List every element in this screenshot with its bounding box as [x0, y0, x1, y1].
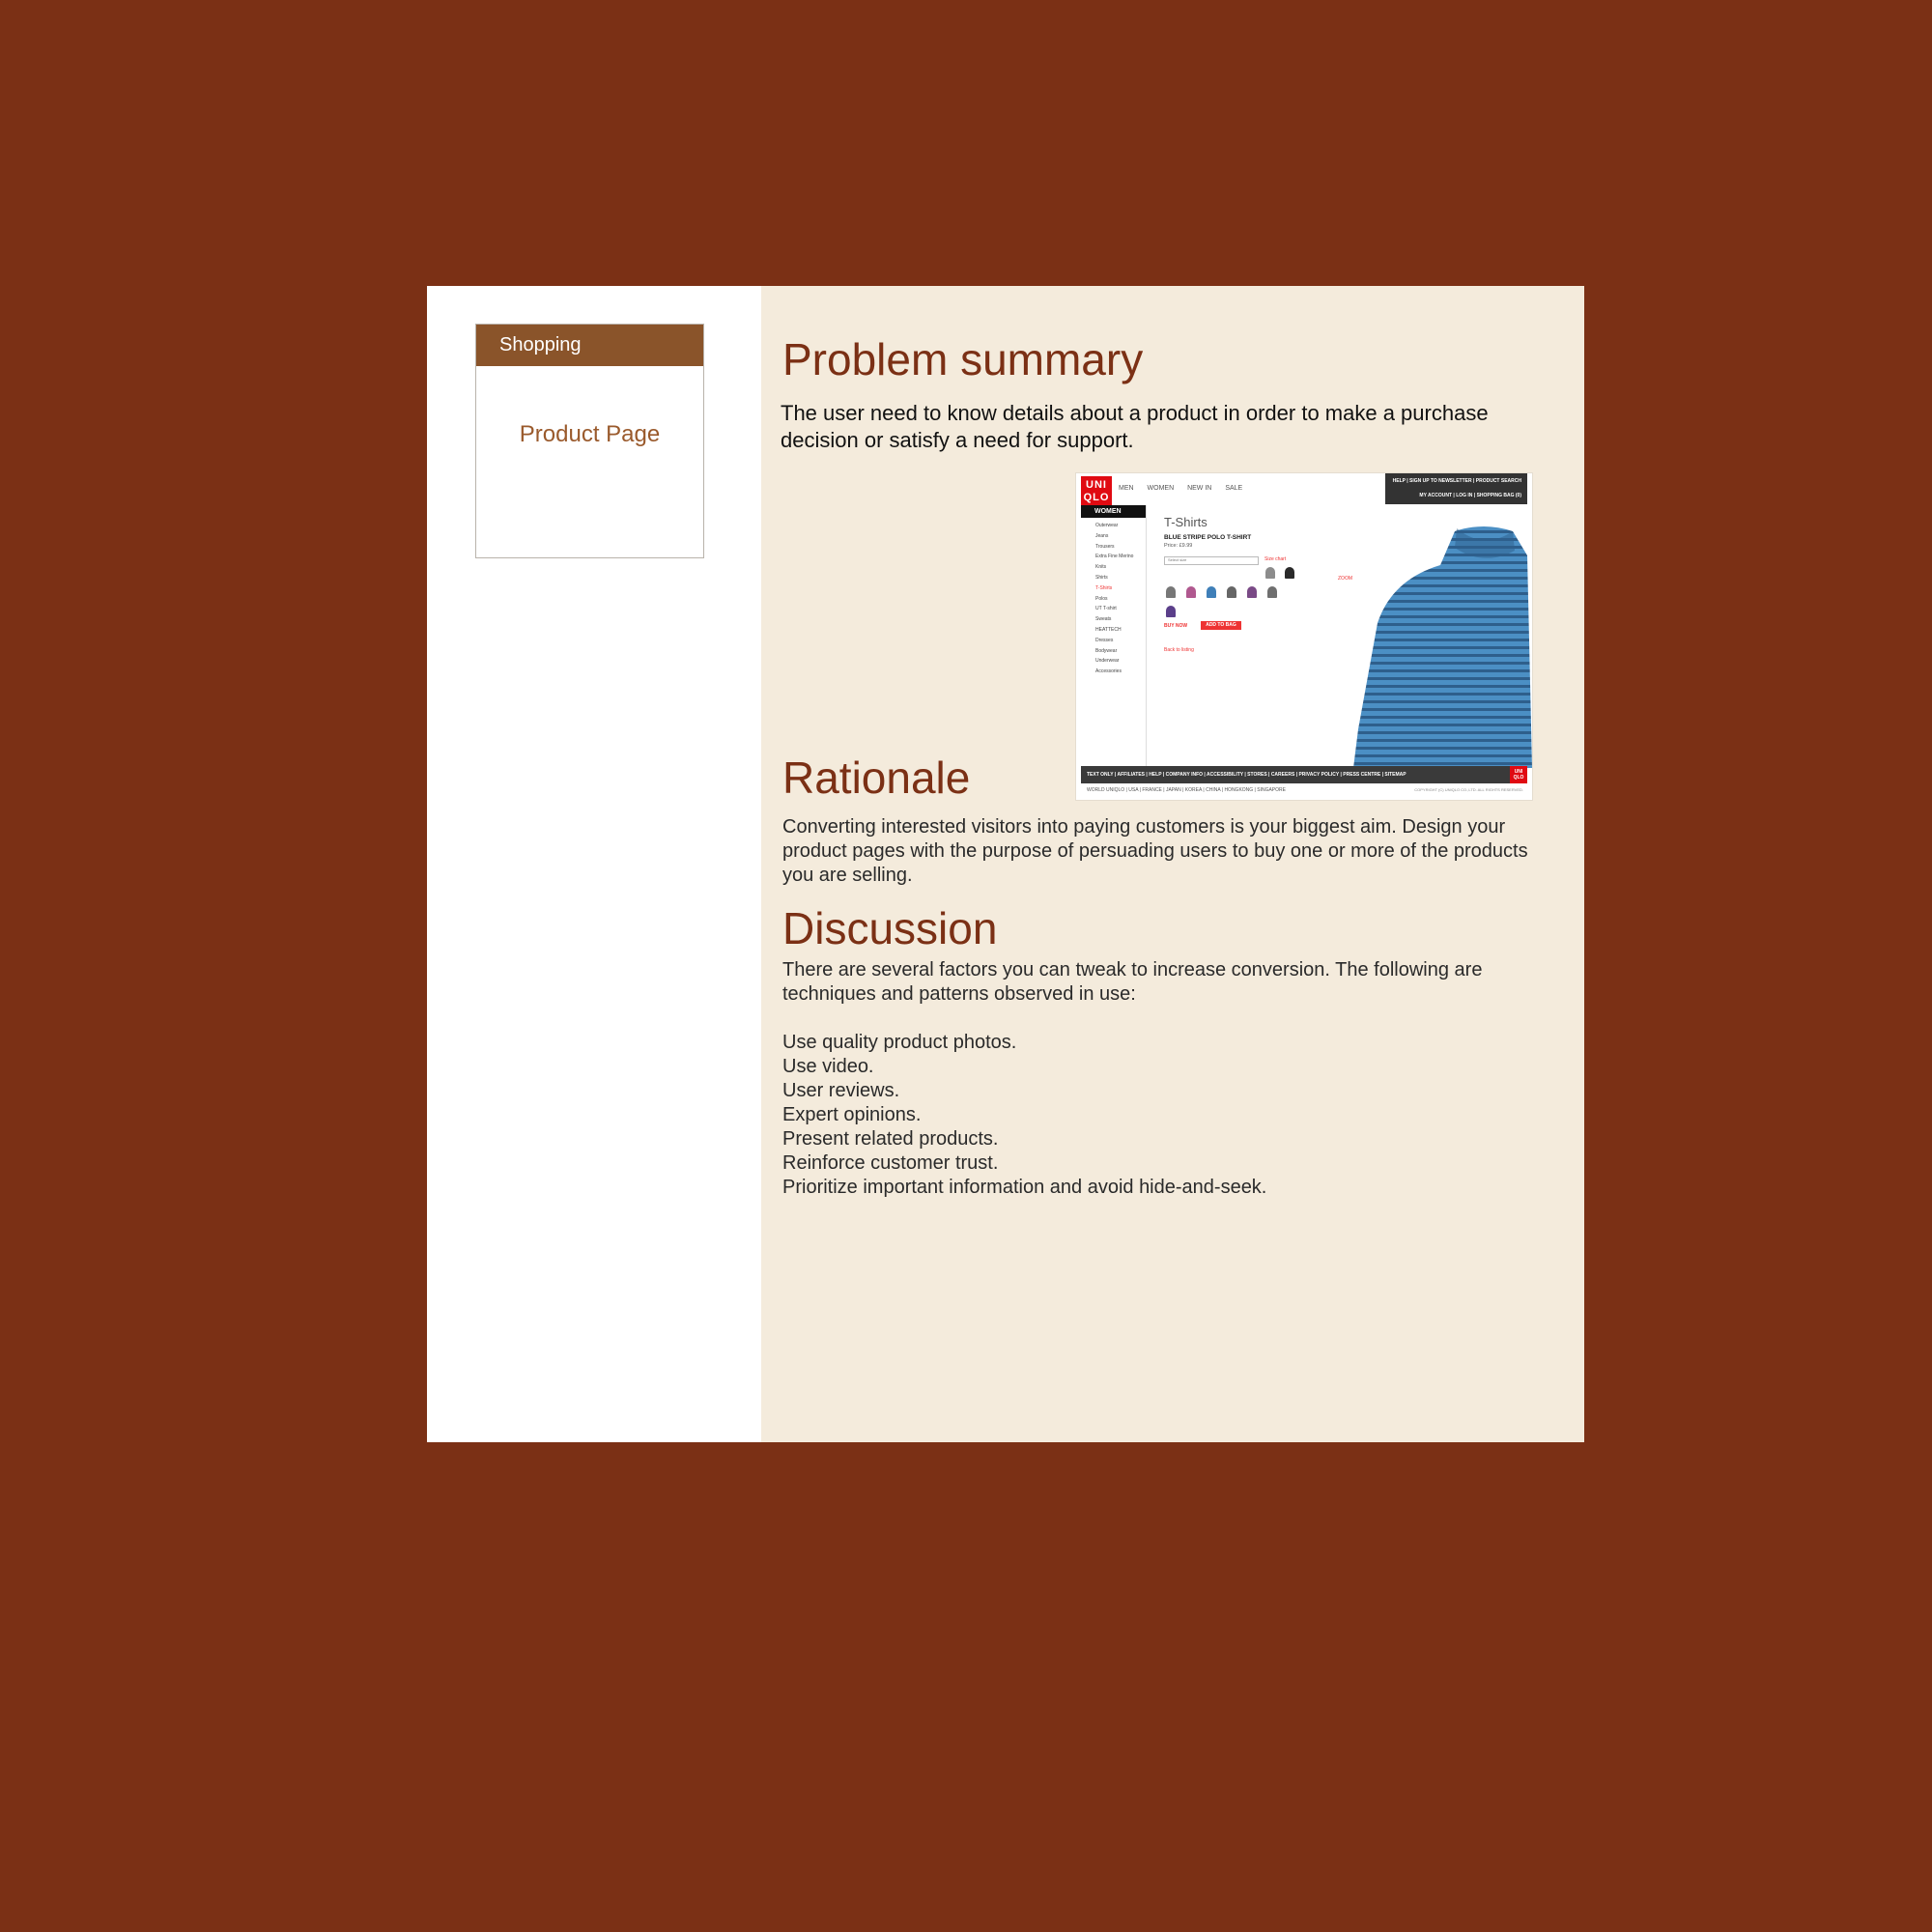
main-content: Problem summary The user need to know de…	[761, 286, 1584, 1442]
list-item: Prioritize important information and avo…	[782, 1177, 1267, 1198]
color-swatch	[1267, 586, 1277, 598]
list-item: Expert opinions.	[782, 1104, 922, 1125]
list-item: Present related products.	[782, 1128, 999, 1150]
problem-summary-heading: Problem summary	[782, 334, 1144, 384]
rationale-text: Converting interested visitors into payi…	[782, 816, 1528, 886]
pattern-page: Shopping Product Page Problem summary Th…	[427, 286, 1584, 1442]
size-select-placeholder: Select size	[1168, 557, 1187, 562]
color-swatch	[1166, 586, 1176, 598]
left-nav-item: Accessories	[1095, 668, 1122, 675]
left-nav-item: Outerwear	[1095, 523, 1119, 528]
footer-logo-line-2: QLO	[1513, 775, 1524, 781]
left-nav-header: WOMEN	[1081, 505, 1146, 518]
color-swatch	[1285, 567, 1294, 579]
category-box: Shopping Product Page	[475, 324, 704, 558]
logo-line-2: QLO	[1083, 492, 1110, 503]
screenshot-add-to-bag: ADD TO BAG	[1201, 621, 1241, 630]
sidebar-item-product-page[interactable]: Product Page	[476, 421, 703, 448]
screenshot-price: Price: £9.99	[1164, 543, 1193, 549]
screenshot-left-nav: WOMEN Outerwear Jeans Trousers Extra Fin…	[1081, 505, 1147, 766]
util-top: HELP | SIGN UP TO NEWSLETTER | PRODUCT S…	[1392, 478, 1521, 484]
left-nav-item: Dresses	[1095, 637, 1114, 643]
left-nav-item: Extra Fine Merino	[1095, 554, 1134, 560]
left-nav-item: Trousers	[1095, 543, 1115, 550]
uniqlo-logo: UNI QLO	[1081, 476, 1112, 507]
left-nav-item: Sweats	[1095, 616, 1112, 623]
nav-women: WOMEN	[1147, 485, 1175, 492]
problem-summary-text: The user need to know details about a pr…	[781, 401, 1489, 452]
color-swatch	[1227, 586, 1236, 598]
rationale-heading: Rationale	[782, 753, 971, 803]
left-nav-list: Outerwear Jeans Trousers Extra Fine Meri…	[1081, 521, 1146, 677]
left-nav-item: Polos	[1095, 595, 1108, 602]
list-item: Use quality product photos.	[782, 1032, 1017, 1053]
color-swatch	[1166, 606, 1176, 617]
nav-new-in: NEW IN	[1187, 485, 1212, 492]
util-bottom: MY ACCOUNT | LOG IN | SHOPPING BAG (0)	[1419, 493, 1521, 498]
color-swatch	[1207, 586, 1216, 598]
sidebar: Shopping Product Page	[427, 286, 761, 1442]
left-nav-item: Bodywear	[1095, 647, 1118, 654]
left-nav-item: Underwear	[1095, 658, 1120, 665]
left-nav-item-active: T-Shirts	[1095, 584, 1113, 591]
left-nav-item: Shirts	[1095, 574, 1108, 581]
color-swatch	[1265, 567, 1275, 579]
logo-line-1: UNI	[1086, 479, 1107, 491]
screenshot-size-select: Select size	[1164, 556, 1259, 565]
screenshot-page-title: T-Shirts	[1164, 515, 1208, 529]
screenshot-country-links: WORLD UNIQLO | USA | FRANCE | JAPAN | KO…	[1087, 787, 1286, 793]
nav-men: MEN	[1119, 485, 1134, 492]
list-item: User reviews.	[782, 1080, 900, 1101]
screenshot-buy-now: BUY NOW	[1164, 623, 1188, 629]
screenshot-topnav: MEN WOMEN NEW IN SALE	[1119, 485, 1254, 492]
screenshot-size-chart: Size chart	[1264, 556, 1287, 562]
screenshot-product-name: BLUE STRIPE POLO T-SHIRT	[1164, 534, 1252, 541]
color-swatch	[1186, 586, 1196, 598]
screenshot-back-link: Back to listing	[1164, 647, 1194, 653]
screenshot-utility-bar: HELP | SIGN UP TO NEWSLETTER | PRODUCT S…	[1385, 473, 1527, 504]
discussion-text: There are several factors you can tweak …	[782, 959, 1483, 1005]
example-screenshot: UNI QLO MEN WOMEN NEW IN SALE HELP | SIG…	[1076, 473, 1532, 800]
striped-shirt-image	[1353, 526, 1532, 768]
footer-logo: UNI QLO	[1510, 766, 1527, 783]
nav-sale: SALE	[1225, 485, 1243, 492]
category-header: Shopping	[476, 325, 703, 366]
list-item: Use video.	[782, 1056, 874, 1077]
screenshot-footer-links: TEXT ONLY | AFFILIATES | HELP | COMPANY …	[1087, 772, 1406, 778]
screenshot-copyright: COPYRIGHT (C) UNIQLO CO.,LTD. ALL RIGHTS…	[1414, 787, 1523, 792]
left-nav-item: Knits	[1095, 564, 1107, 571]
left-nav-item: UT T-shirt	[1095, 606, 1117, 612]
technique-list: Use quality product photos. Use video. U…	[782, 1031, 1266, 1200]
list-item: Reinforce customer trust.	[782, 1152, 999, 1174]
discussion-heading: Discussion	[782, 903, 998, 953]
screenshot-footer: TEXT ONLY | AFFILIATES | HELP | COMPANY …	[1081, 766, 1527, 783]
left-nav-item: Jeans	[1095, 532, 1109, 539]
left-nav-item: HEATTECH	[1095, 626, 1122, 633]
color-swatch	[1247, 586, 1257, 598]
